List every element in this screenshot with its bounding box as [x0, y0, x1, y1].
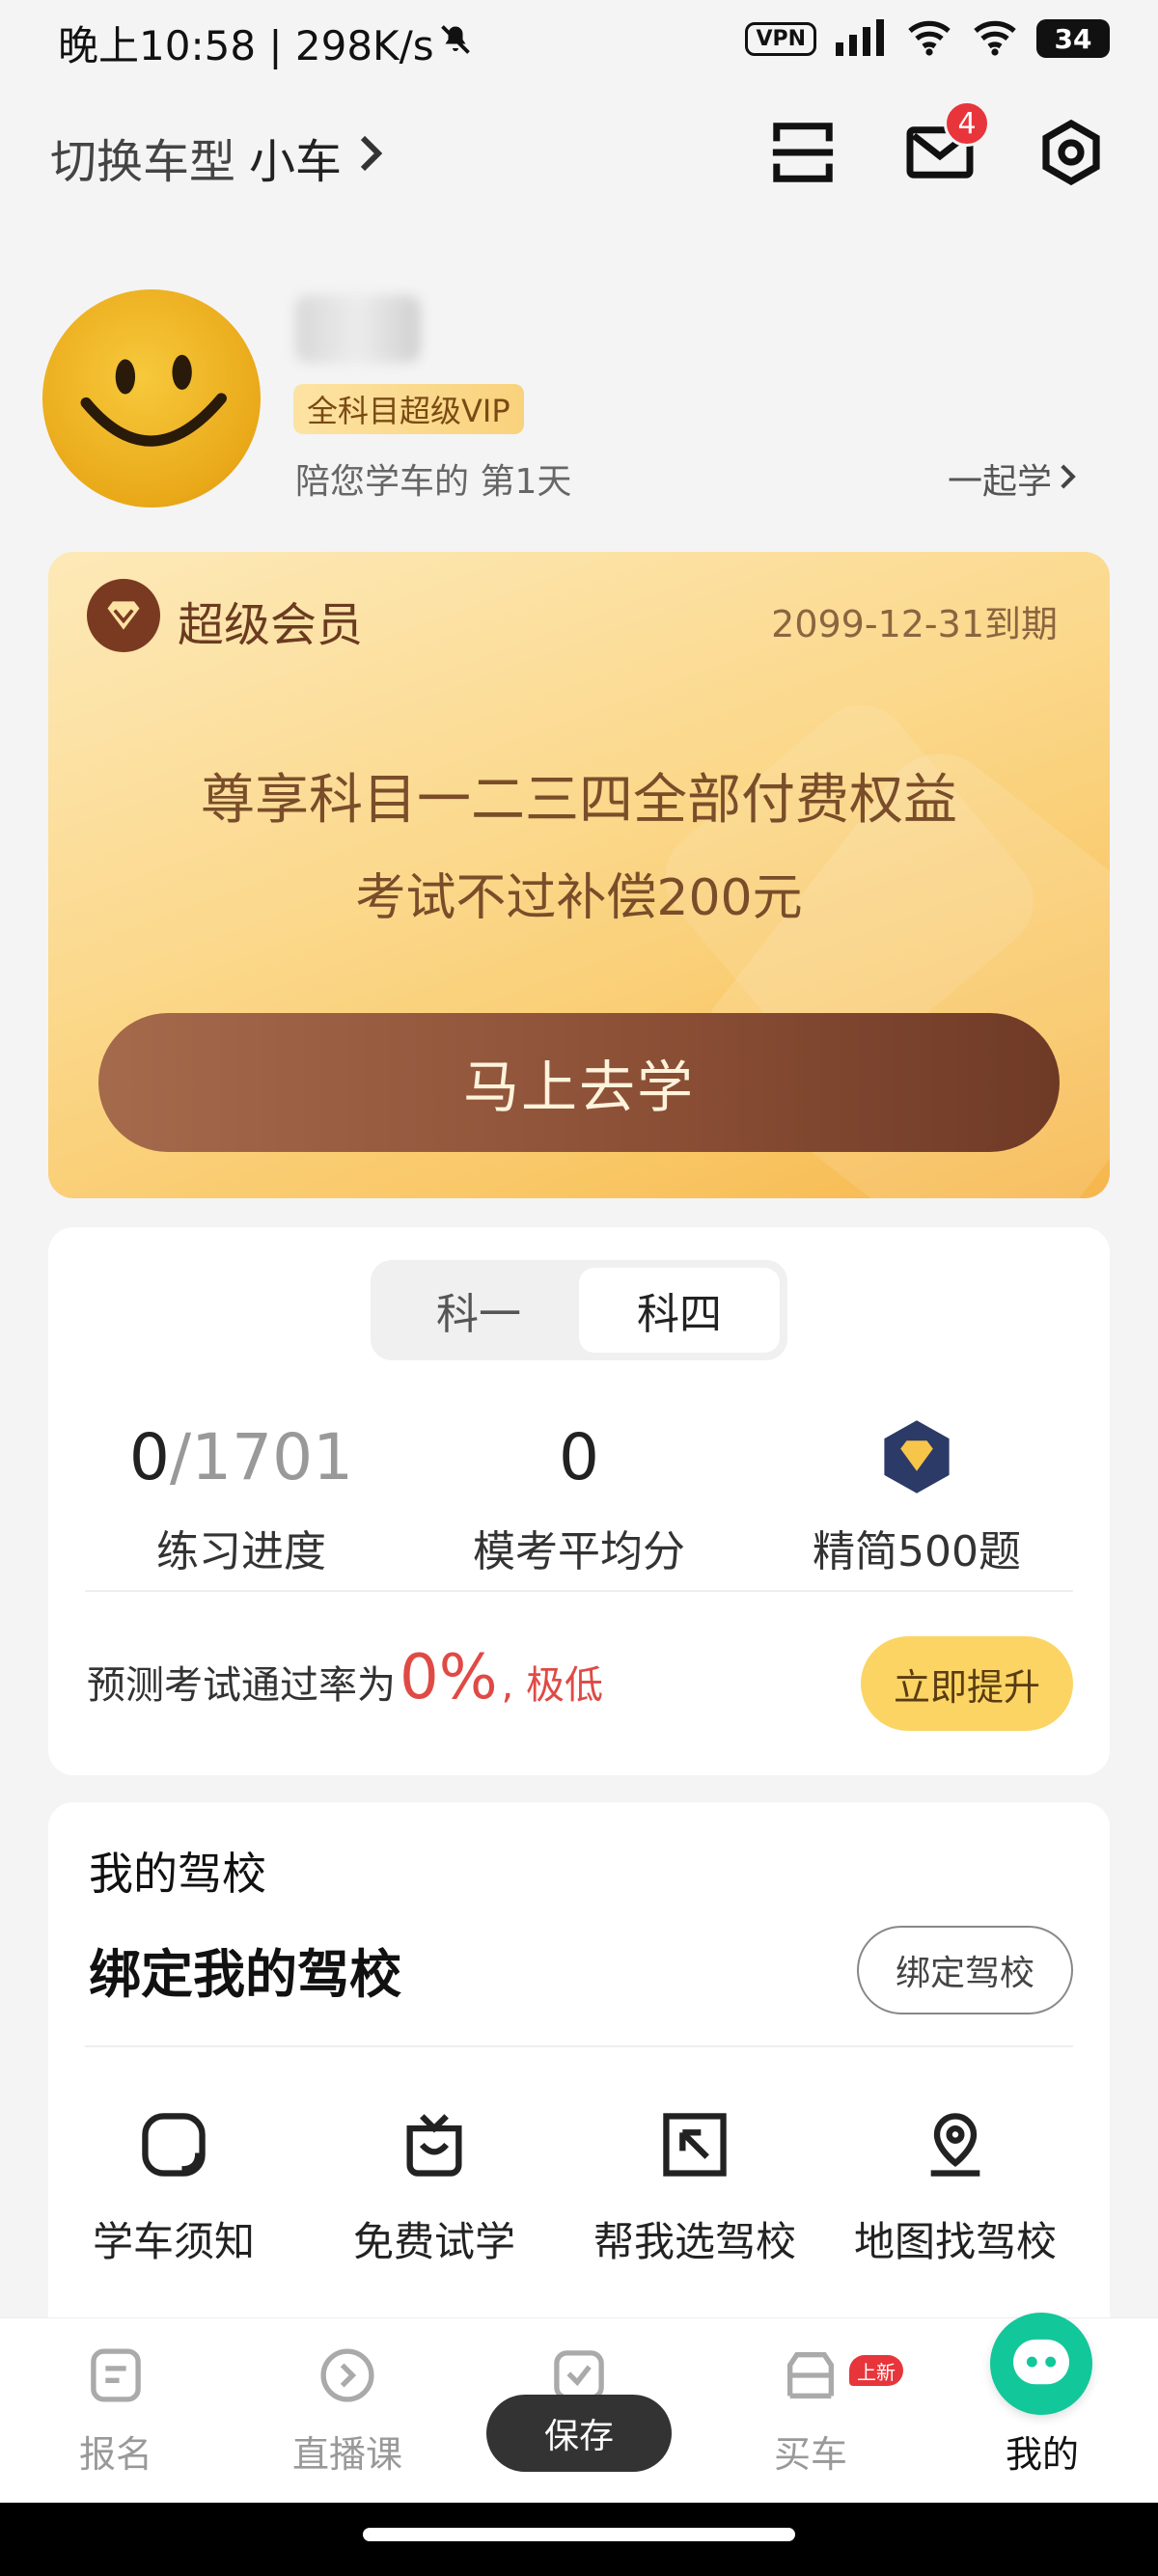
select-500-stat[interactable]: 精简500题: [772, 1411, 1062, 1578]
notice-icon: [130, 2101, 217, 2188]
avg-score-value: 0: [559, 1419, 599, 1494]
quick-choose-school[interactable]: 帮我选驾校: [569, 2101, 820, 2268]
nav-signup[interactable]: 报名: [19, 2340, 212, 2478]
car-type-switch[interactable]: 切换车型 小车: [50, 123, 384, 191]
tab-subject-one[interactable]: 科一: [378, 1268, 579, 1353]
wifi-icon: [905, 17, 953, 60]
status-bar: 晚上10:58 | 298K/s VPN 34: [0, 0, 1158, 87]
progress-done: 0: [128, 1419, 170, 1494]
nickname-blurred: [295, 295, 421, 363]
quick-map-school[interactable]: 地图找驾校: [830, 2101, 1081, 2268]
pass-rate-prediction: 预测考试通过率为 0% , 极低: [87, 1642, 603, 1713]
progress-label: 练习进度: [156, 1527, 326, 1576]
chevron-right-icon: [1060, 459, 1077, 499]
vip-tag: 全科目超级VIP: [293, 384, 524, 434]
vpn-badge: VPN: [745, 21, 816, 56]
my-school-title: 我的驾校: [89, 1848, 266, 1900]
quick-trial[interactable]: 免费试学: [309, 2101, 560, 2268]
vip-expiry: 2099-12-31到期: [771, 603, 1058, 645]
status-icons: VPN 34: [745, 17, 1110, 60]
mail-icon[interactable]: 4: [901, 100, 990, 191]
avg-score-stat[interactable]: 0 模考平均分: [434, 1411, 724, 1578]
chevron-right-icon: [359, 131, 384, 183]
start-learning-button[interactable]: 马上去学: [98, 1013, 1060, 1152]
nav-label: 买车: [773, 2433, 847, 2476]
vip-benefit-line2: 考试不过补偿200元: [355, 869, 803, 927]
nav-live[interactable]: 直播课: [251, 2340, 444, 2478]
progress-card: 科一 科四 0/1701 练习进度 0 模考平均分 精简500题 预测考试通过率…: [48, 1227, 1110, 1775]
bind-school-prompt: 绑定我的驾校: [89, 1944, 401, 2005]
quick-label: 免费试学: [352, 2218, 515, 2265]
quick-notice[interactable]: 学车须知: [48, 2101, 299, 2268]
vip-benefit-line1: 尊享科目一二三四全部付费权益: [201, 769, 957, 832]
signup-icon: [80, 2340, 152, 2411]
status-time-text: 晚上10:58 | 298K/s: [58, 22, 434, 69]
quick-label: 帮我选驾校: [593, 2218, 796, 2265]
status-time-speed: 晚上10:58 | 298K/s: [58, 14, 473, 72]
select-500-label: 精简500题: [813, 1527, 1021, 1576]
boost-now-button[interactable]: 立即提升: [861, 1636, 1073, 1731]
progress-value: 0/1701: [96, 1411, 386, 1503]
driving-school-card: 我的驾校 绑定我的驾校 绑定驾校 学车须知 免费试学 帮我选驾校 地图找驾校: [48, 1802, 1110, 2343]
new-badge: 上新: [849, 2355, 903, 2386]
mute-icon: [438, 19, 473, 67]
battery-indicator: 34: [1036, 19, 1110, 58]
signal-icon: [834, 17, 888, 60]
vip-diamond-icon: [87, 579, 160, 652]
trial-icon: [391, 2101, 478, 2188]
settings-icon[interactable]: [1033, 114, 1110, 191]
wifi-icon-2: [971, 17, 1019, 60]
avg-score-label: 模考平均分: [473, 1527, 685, 1576]
subject-segmented-control: 科一 科四: [371, 1260, 787, 1360]
nav-label: 报名: [78, 2433, 152, 2476]
bind-school-button[interactable]: 绑定驾校: [857, 1926, 1073, 2014]
practice-progress-stat[interactable]: 0/1701 练习进度: [96, 1411, 386, 1578]
predict-percent: 0%: [400, 1642, 498, 1713]
scan-icon[interactable]: [764, 114, 841, 191]
map-pin-icon: [912, 2101, 999, 2188]
quick-label: 学车须知: [92, 2218, 255, 2265]
divider: [85, 1590, 1073, 1592]
vip-card: 超级会员 2099-12-31到期 尊享科目一二三四全部付费权益 考试不过补偿2…: [48, 552, 1110, 1198]
home-indicator[interactable]: [363, 2528, 795, 2541]
predict-level: , 极低: [501, 1663, 603, 1708]
predict-text: 预测考试通过率为: [87, 1663, 396, 1708]
divider: [85, 2045, 1073, 2047]
vip-title: 超级会员: [178, 598, 364, 652]
live-icon: [312, 2340, 383, 2411]
study-together-label: 一起学: [947, 462, 1052, 502]
me-icon[interactable]: [990, 2313, 1092, 2415]
save-toast[interactable]: 保存: [486, 2395, 672, 2472]
mail-badge: 4: [944, 100, 990, 147]
car-icon: [775, 2340, 846, 2411]
tab-subject-four[interactable]: 科四: [579, 1268, 780, 1353]
progress-total: /1701: [169, 1419, 354, 1494]
avatar[interactable]: [42, 289, 261, 507]
car-switch-label: 切换车型: [50, 135, 236, 189]
hexagon-badge-icon: [876, 1416, 957, 1497]
study-together-link[interactable]: 一起学: [948, 453, 1077, 504]
study-days-text: 陪您学车的 第1天: [295, 462, 572, 502]
car-type-value: 小车: [249, 135, 343, 189]
nav-label: 直播课: [291, 2433, 402, 2476]
quick-label: 地图找驾校: [853, 2218, 1057, 2265]
nav-label: 我的: [1005, 2433, 1079, 2476]
choose-school-icon: [651, 2101, 738, 2188]
